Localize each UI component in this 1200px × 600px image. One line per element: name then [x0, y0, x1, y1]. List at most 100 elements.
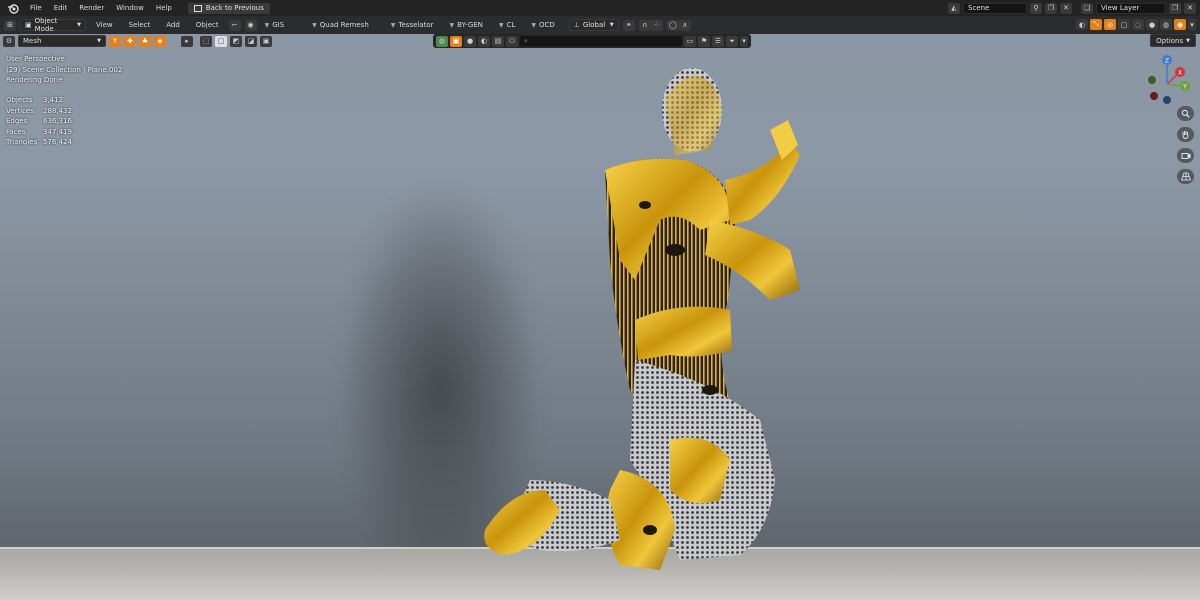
- material-shading-icon[interactable]: ◍: [1160, 19, 1172, 30]
- view-layer-icon[interactable]: ❏: [1081, 2, 1093, 14]
- pin-icon[interactable]: ⚲: [1030, 2, 1042, 14]
- copy-scene-icon[interactable]: ❐: [1045, 2, 1057, 14]
- addon-cl[interactable]: ▼ CL: [491, 21, 523, 29]
- stat-row: Vertices 288,432: [6, 106, 72, 115]
- menu-object[interactable]: Object: [190, 21, 225, 29]
- list-view-icon[interactable]: ☰: [712, 35, 724, 47]
- back-to-previous-button[interactable]: Back to Previous: [187, 2, 270, 14]
- menu-file[interactable]: File: [24, 4, 48, 12]
- scene-selector-group: ◭ Scene ⚲ ❐ ✕ ❏ View Layer ❐ ✕: [948, 0, 1200, 16]
- menu-edit[interactable]: Edit: [48, 4, 74, 12]
- camera-view-icon[interactable]: [1177, 148, 1194, 163]
- collection-path: (29) Scene Collection | Plane.002: [6, 65, 123, 74]
- top-bar: File Edit Render Window Help Back to Pre…: [0, 0, 1200, 16]
- menu-select[interactable]: Select: [123, 21, 157, 29]
- axis-neg-z-handle: [1163, 96, 1171, 104]
- view-layer-field[interactable]: View Layer: [1096, 2, 1166, 14]
- select-extend-icon[interactable]: ▢: [215, 35, 227, 47]
- bookmark-icon[interactable]: ⚑: [698, 35, 710, 47]
- snap-icon[interactable]: ⌐: [228, 19, 241, 31]
- stat-row: Triangles 576,424: [6, 138, 72, 146]
- menu-view[interactable]: View: [90, 21, 119, 29]
- snap-magnet-icon[interactable]: ∩: [638, 19, 651, 31]
- remove-scene-icon[interactable]: ✕: [1060, 2, 1072, 14]
- xray-icon[interactable]: ▢: [1118, 19, 1130, 30]
- select-subtract-icon[interactable]: ◩: [230, 35, 242, 47]
- addon-tesselator[interactable]: ▼ Tesselator: [383, 21, 442, 29]
- visibility-icon[interactable]: ◐: [1076, 19, 1088, 30]
- kneeling-figure-render: [484, 68, 800, 570]
- viewport-shading-group: ◐ ⤡ ◎ ▢ ◌ ● ◍ ◉ ▾: [1076, 19, 1196, 30]
- snap-grid-icon[interactable]: ⁘: [650, 19, 663, 31]
- select-tool-icon[interactable]: ▸: [181, 35, 193, 47]
- chevron-down-icon: ▼: [77, 22, 81, 28]
- mesh-select-dropdown[interactable]: Mesh ▼: [18, 35, 106, 47]
- pivot-icon[interactable]: ⚭: [622, 19, 635, 31]
- addon-gis[interactable]: ▼ GIS: [257, 21, 293, 29]
- pan-hand-icon[interactable]: [1177, 127, 1194, 142]
- addon-by-gen[interactable]: ▼ BY-GEN: [442, 21, 491, 29]
- addon-tool-icon-1[interactable]: Y: [109, 35, 121, 47]
- stat-row: Faces 347,419: [6, 127, 72, 136]
- perspective-grid-icon[interactable]: [1177, 169, 1194, 184]
- copy-view-layer-icon[interactable]: ❐: [1169, 2, 1181, 14]
- chevron-down-icon: ▼: [609, 22, 614, 28]
- proportional-falloff-icon[interactable]: ◯: [666, 19, 679, 31]
- axis-z-label: Z: [1165, 58, 1169, 65]
- rendered-shading-icon[interactable]: ◉: [1174, 19, 1186, 30]
- chevron-down-icon[interactable]: ▾: [740, 35, 748, 47]
- back-button-label: Back to Previous: [205, 4, 264, 12]
- gizmo-toggle-icon[interactable]: ⤡: [1090, 19, 1102, 30]
- node-icon[interactable]: ⎔: [506, 35, 518, 47]
- axis-neg-y-handle: [1148, 76, 1156, 84]
- filter-icon[interactable]: ⏷: [726, 35, 738, 47]
- view-name: User Perspective: [6, 55, 65, 63]
- options-button[interactable]: Options ▼: [1150, 34, 1196, 47]
- color-wheel-icon[interactable]: ◍: [436, 35, 448, 47]
- select-invert-icon[interactable]: ◪: [245, 35, 257, 47]
- viewport-info: User Perspective (29) Scene Collection |…: [6, 54, 122, 86]
- tool-settings-icon[interactable]: ⚙: [3, 35, 15, 47]
- addon-tool-icon-4[interactable]: ◈: [154, 35, 166, 47]
- menu-help[interactable]: Help: [150, 4, 178, 12]
- mode-dropdown[interactable]: ▣ Object Mode ▼: [20, 17, 86, 33]
- render-status: Rendering Done: [6, 76, 63, 85]
- tool-settings-row: ⚙ Mesh ▼ Y ✤ ♣ ◈ ▸ ⬚ ▢ ◩ ◪ ▣: [0, 34, 272, 48]
- menu-add[interactable]: Add: [160, 21, 186, 29]
- falloff-curve-icon[interactable]: ∧: [678, 19, 691, 31]
- addon-ocd[interactable]: ▼ OCD: [523, 21, 562, 29]
- viewport-navigation-buttons: [1177, 106, 1194, 184]
- remove-view-layer-icon[interactable]: ✕: [1184, 2, 1196, 14]
- material-ball-icon[interactable]: ●: [464, 35, 476, 47]
- wireframe-shading-icon[interactable]: ◌: [1132, 19, 1144, 30]
- chevron-down-icon: ▼: [97, 38, 101, 44]
- zoom-icon[interactable]: [1177, 106, 1194, 121]
- screen-icon: [193, 4, 202, 12]
- overlay-toggle-icon[interactable]: ◎: [1104, 19, 1116, 30]
- addon-tool-icon-2[interactable]: ✤: [124, 35, 136, 47]
- editor-type-icon[interactable]: ⊞: [4, 19, 16, 31]
- image-icon[interactable]: ▤: [492, 35, 504, 47]
- select-box-icon[interactable]: ⬚: [200, 35, 212, 47]
- addon-quad-remesh[interactable]: ▼ Quad Remesh: [304, 21, 377, 29]
- proportional-edit-icon[interactable]: ◉: [244, 19, 257, 31]
- solid-shading-icon[interactable]: ●: [1146, 19, 1158, 30]
- search-icon: ⌕: [524, 36, 528, 45]
- menu-window[interactable]: Window: [110, 4, 150, 12]
- search-input[interactable]: ⌕: [520, 36, 682, 46]
- world-icon[interactable]: ◐: [478, 35, 490, 47]
- navigation-gizmo[interactable]: X Z Y: [1140, 52, 1198, 110]
- select-intersect-icon[interactable]: ▣: [260, 35, 272, 47]
- search-options-icon[interactable]: ▭: [684, 35, 696, 47]
- blender-logo-icon[interactable]: [6, 2, 20, 14]
- orientation-icon: ⊥: [573, 21, 580, 29]
- transform-orientation-dropdown[interactable]: ⊥ Global ▼: [568, 19, 619, 31]
- menu-render[interactable]: Render: [73, 4, 110, 12]
- axis-y-label: Y: [1182, 84, 1187, 91]
- addon-tool-icon-3[interactable]: ♣: [139, 35, 151, 47]
- scene-icon[interactable]: ◭: [948, 2, 960, 14]
- scene-name-field[interactable]: Scene: [963, 2, 1027, 14]
- object-filter-icon[interactable]: ▣: [450, 35, 462, 47]
- shading-options-icon[interactable]: ▾: [1188, 19, 1196, 30]
- viewport-header: ⊞ ▣ Object Mode ▼ View Select Add Object…: [0, 16, 1200, 34]
